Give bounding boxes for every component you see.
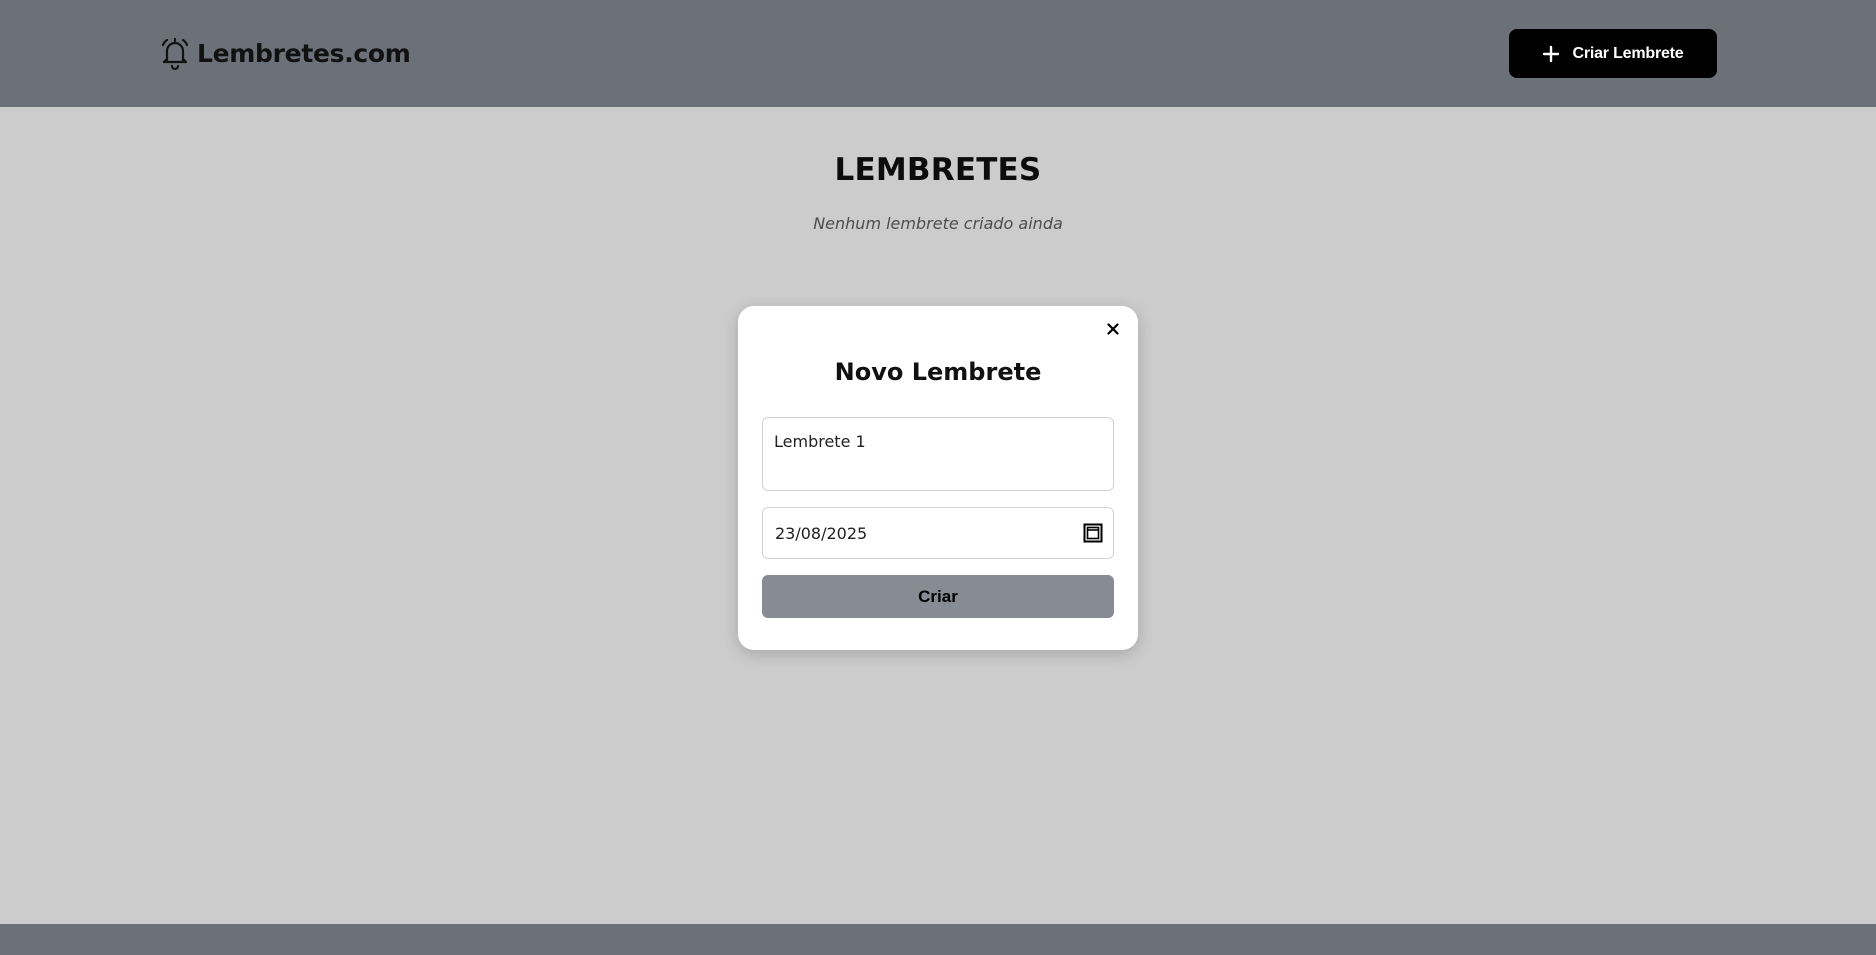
- create-reminder-label: Criar Lembrete: [1572, 44, 1684, 62]
- site-logo[interactable]: Lembretes.com: [159, 34, 411, 72]
- new-reminder-modal: Novo Lembrete Lembrete 1 23/08/2025 Cria…: [738, 306, 1138, 650]
- reminder-date-field[interactable]: 23/08/2025: [762, 507, 1114, 559]
- reminder-text-field[interactable]: Lembrete 1: [762, 417, 1114, 491]
- close-icon: [1107, 323, 1119, 335]
- top-header: Lembretes.com Criar Lembrete: [0, 0, 1876, 107]
- bell-icon: [159, 35, 191, 71]
- modal-title: Novo Lembrete: [834, 358, 1042, 386]
- create-submit-button[interactable]: Criar: [762, 575, 1114, 618]
- calendar-icon[interactable]: [1083, 523, 1103, 543]
- site-name: Lembretes.com: [197, 38, 411, 68]
- footer-bar: [0, 924, 1876, 955]
- close-modal-button[interactable]: [1102, 318, 1124, 340]
- page-title: LEMBRETES: [834, 152, 1042, 188]
- empty-state-message: Nenhum lembrete criado ainda: [813, 214, 1063, 233]
- date-value: 23/08/2025: [775, 523, 868, 543]
- create-reminder-button[interactable]: Criar Lembrete: [1509, 29, 1717, 78]
- plus-icon: [1542, 45, 1560, 63]
